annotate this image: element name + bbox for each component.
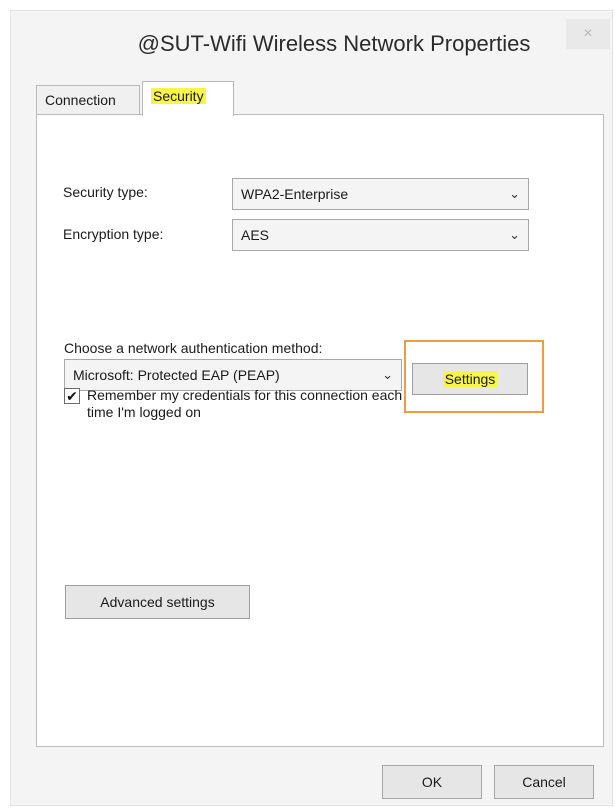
close-button[interactable]: × — [566, 19, 610, 49]
checkmark-icon: ✔ — [66, 388, 78, 404]
auth-method-label: Choose a network authentication method: — [64, 340, 323, 356]
remember-credentials-label: Remember my credentials for this connect… — [87, 387, 402, 421]
tab-connection[interactable]: Connection — [36, 85, 140, 115]
ok-button-label: OK — [421, 774, 443, 790]
security-panel: Security type: WPA2-Enterprise ⌄ Encrypt… — [36, 114, 604, 747]
network-properties-dialog: @SUT-Wifi Wireless Network Properties × … — [10, 10, 613, 806]
security-type-value: WPA2-Enterprise — [241, 186, 349, 202]
chevron-down-icon: ⌄ — [509, 227, 520, 242]
advanced-settings-button[interactable]: Advanced settings — [65, 585, 250, 619]
title-bar: @SUT-Wifi Wireless Network Properties × — [11, 11, 612, 73]
dialog-title: @SUT-Wifi Wireless Network Properties — [137, 31, 531, 56]
remember-credentials-checkbox[interactable]: ✔ — [64, 388, 80, 404]
encryption-type-value: AES — [241, 227, 270, 243]
security-type-label: Security type: — [63, 184, 148, 200]
tab-security-label: Security — [151, 88, 206, 104]
settings-button[interactable]: Settings — [412, 363, 528, 395]
security-type-select[interactable]: WPA2-Enterprise ⌄ — [232, 178, 529, 210]
cancel-button[interactable]: Cancel — [494, 765, 594, 799]
chevron-down-icon: ⌄ — [509, 186, 520, 201]
tab-connection-label: Connection — [45, 92, 116, 108]
encryption-type-label: Encryption type: — [63, 226, 164, 242]
advanced-settings-label: Advanced settings — [100, 594, 215, 610]
tab-security[interactable]: Security — [142, 81, 234, 116]
encryption-type-select[interactable]: AES ⌄ — [232, 219, 529, 251]
settings-button-label: Settings — [442, 371, 498, 387]
remember-credentials-label-line1: Remember my credentials for this connect… — [87, 387, 403, 403]
remember-credentials-label-line2: time I'm logged on — [87, 404, 201, 420]
close-icon: × — [583, 25, 593, 42]
cancel-button-label: Cancel — [522, 774, 566, 790]
ok-button[interactable]: OK — [382, 765, 482, 799]
auth-method-value: Microsoft: Protected EAP (PEAP) — [73, 367, 280, 383]
chevron-down-icon: ⌄ — [382, 367, 393, 382]
